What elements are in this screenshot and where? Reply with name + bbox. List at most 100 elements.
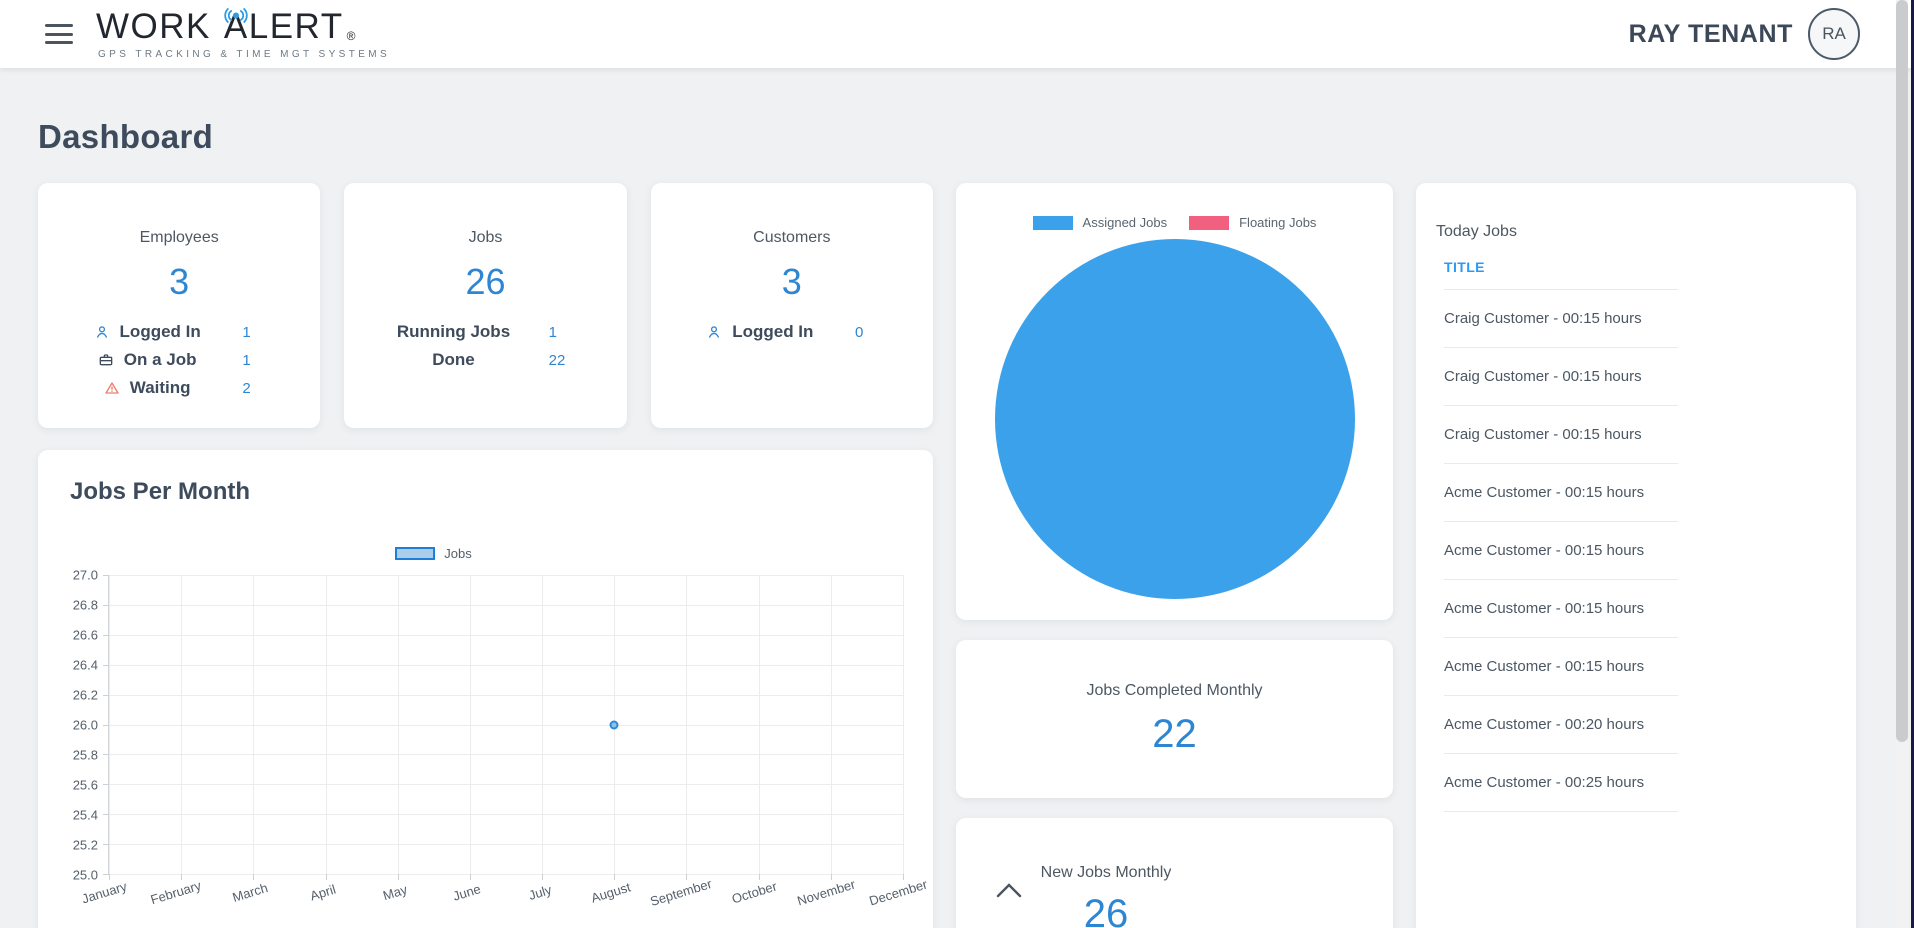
stat-row-value: 2 xyxy=(238,380,302,397)
y-tick-label: 26.0 xyxy=(73,718,98,733)
today-jobs-title: Today Jobs xyxy=(1436,223,1856,241)
today-job-row[interactable]: Acme Customer - 00:15 hours xyxy=(1444,464,1678,522)
signal-icon xyxy=(221,0,251,29)
stat-card: Customers 3 Logged In 0 xyxy=(651,183,933,428)
x-tick-label: November xyxy=(795,877,857,909)
y-tick-label: 26.2 xyxy=(73,688,98,703)
pie-legend-label: Floating Jobs xyxy=(1239,215,1316,230)
y-tick-label: 25.6 xyxy=(73,778,98,793)
stat-card: Employees 3 Logged In 1 xyxy=(38,183,320,428)
stat-card-title: Customers xyxy=(669,229,915,247)
jobs-pie-card: Assigned Jobs Floating Jobs xyxy=(956,183,1393,620)
x-tick-label: July xyxy=(527,882,554,903)
x-tick-label: February xyxy=(149,878,203,908)
pie-legend-swatch xyxy=(1189,216,1229,230)
today-job-row[interactable]: Acme Customer - 00:15 hours xyxy=(1444,522,1678,580)
jobs-completed-card: Jobs Completed Monthly 22 xyxy=(956,640,1393,798)
today-job-row[interactable]: Acme Customer - 00:15 hours xyxy=(1444,638,1678,696)
stat-card: Jobs 26 Running Jobs 1 xyxy=(344,183,626,428)
stat-row-value: 0 xyxy=(851,324,915,341)
today-job-row[interactable]: Craig Customer - 00:15 hours xyxy=(1444,406,1678,464)
x-tick-label: June xyxy=(451,881,482,904)
today-job-row[interactable]: Acme Customer - 00:15 hours xyxy=(1444,580,1678,638)
y-tick-label: 27.0 xyxy=(73,568,98,583)
top-bar: WORK ALERT ® GPS TRACKING & TIME MGT SYS… xyxy=(0,0,1914,68)
stat-row: Running Jobs 1 xyxy=(362,319,608,345)
stat-row-label: Done xyxy=(432,350,475,370)
stat-row: Logged In 1 xyxy=(56,319,302,345)
pie-legend-item[interactable]: Assigned Jobs xyxy=(1033,215,1168,230)
pie-chart[interactable] xyxy=(995,239,1355,599)
today-jobs-column-header: TITLE xyxy=(1444,259,1678,290)
dashboard-main: Dashboard Employees 3 xyxy=(0,118,1914,928)
x-tick-label: August xyxy=(589,879,632,905)
registered-mark: ® xyxy=(347,30,357,44)
jobs-per-month-card: Jobs Per Month Jobs 27.026.826.626.426.2… xyxy=(38,450,933,928)
stat-card-total: 3 xyxy=(56,261,302,303)
stat-card-title: Jobs xyxy=(362,229,608,247)
stat-row: Logged In 0 xyxy=(669,319,915,345)
stat-row-value: 1 xyxy=(238,352,302,369)
chart-title: Jobs Per Month xyxy=(70,478,903,506)
new-jobs-card: New Jobs Monthly 26 xyxy=(956,818,1393,928)
stat-row: Waiting 2 xyxy=(56,375,302,401)
briefcase-icon xyxy=(98,352,114,368)
line-plot xyxy=(108,575,903,875)
line-chart: 27.026.826.626.426.226.025.825.625.425.2… xyxy=(62,575,903,875)
x-tick-label: September xyxy=(648,876,713,909)
y-tick-label: 26.6 xyxy=(73,628,98,643)
x-tick-label: March xyxy=(230,880,269,905)
x-tick-label: January xyxy=(80,879,129,907)
user-name: RAY TENANT xyxy=(1629,20,1793,49)
x-tick-label: April xyxy=(308,882,337,904)
stat-card-title: Employees xyxy=(56,229,302,247)
stat-row-label: Logged In xyxy=(120,322,201,342)
brand-word-work: WORK xyxy=(96,9,211,44)
legend-swatch-jobs xyxy=(395,547,435,560)
y-tick-label: 25.2 xyxy=(73,838,98,853)
person-icon xyxy=(706,324,722,340)
today-jobs-table: TITLE Craig Customer - 00:15 hours Craig… xyxy=(1444,259,1678,812)
stat-row-value: 1 xyxy=(238,324,302,341)
today-job-row[interactable]: Acme Customer - 00:25 hours xyxy=(1444,754,1678,812)
stat-row: Done 22 xyxy=(362,347,608,373)
pie-legend-item[interactable]: Floating Jobs xyxy=(1189,215,1316,230)
brand-tagline: GPS TRACKING & TIME MGT SYSTEMS xyxy=(96,49,390,60)
jobs-completed-value: 22 xyxy=(1152,712,1197,757)
x-tick-label: May xyxy=(381,882,409,904)
stat-card-total: 3 xyxy=(669,261,915,303)
x-tick-label: December xyxy=(867,877,929,909)
y-tick-label: 25.0 xyxy=(73,868,98,883)
page-title: Dashboard xyxy=(38,118,1864,156)
warning-icon xyxy=(104,380,120,396)
jobs-completed-title: Jobs Completed Monthly xyxy=(1086,682,1262,700)
line-chart-legend[interactable]: Jobs xyxy=(13,546,854,561)
y-tick-label: 26.4 xyxy=(73,658,98,673)
pie-legend: Assigned Jobs Floating Jobs xyxy=(1033,215,1317,230)
y-tick-label: 25.4 xyxy=(73,808,98,823)
stat-row-value: 22 xyxy=(545,352,609,369)
stat-card-total: 26 xyxy=(362,261,608,303)
brand-logo[interactable]: WORK ALERT ® GPS TRACKING & TIME MGT SYS… xyxy=(96,9,390,60)
stat-row-label: Running Jobs xyxy=(397,322,510,342)
stat-row-label: Waiting xyxy=(130,378,191,398)
data-point[interactable] xyxy=(610,720,619,729)
today-jobs-card: Today Jobs TITLE Craig Customer - 00:15 … xyxy=(1416,183,1856,928)
scrollbar-thumb[interactable] xyxy=(1896,0,1908,742)
today-job-row[interactable]: Craig Customer - 00:15 hours xyxy=(1444,290,1678,348)
chevron-up-icon xyxy=(994,880,1024,905)
stat-row-label: Logged In xyxy=(732,322,813,342)
pie-legend-swatch xyxy=(1033,216,1073,230)
avatar[interactable]: RA xyxy=(1808,8,1860,60)
legend-label-jobs: Jobs xyxy=(444,546,471,561)
x-axis: JanuaryFebruaryMarchAprilMayJuneJulyAugu… xyxy=(108,875,903,925)
user-menu[interactable]: RAY TENANT RA xyxy=(1629,8,1860,60)
menu-button[interactable] xyxy=(44,22,74,46)
brand-wordmark: WORK ALERT ® xyxy=(96,9,390,44)
y-tick-label: 25.8 xyxy=(73,748,98,763)
today-job-row[interactable]: Craig Customer - 00:15 hours xyxy=(1444,348,1678,406)
x-tick-label: October xyxy=(730,879,779,907)
y-axis: 27.026.826.626.426.226.025.825.625.425.2… xyxy=(62,575,108,875)
stat-row-value: 1 xyxy=(545,324,609,341)
today-job-row[interactable]: Acme Customer - 00:20 hours xyxy=(1444,696,1678,754)
